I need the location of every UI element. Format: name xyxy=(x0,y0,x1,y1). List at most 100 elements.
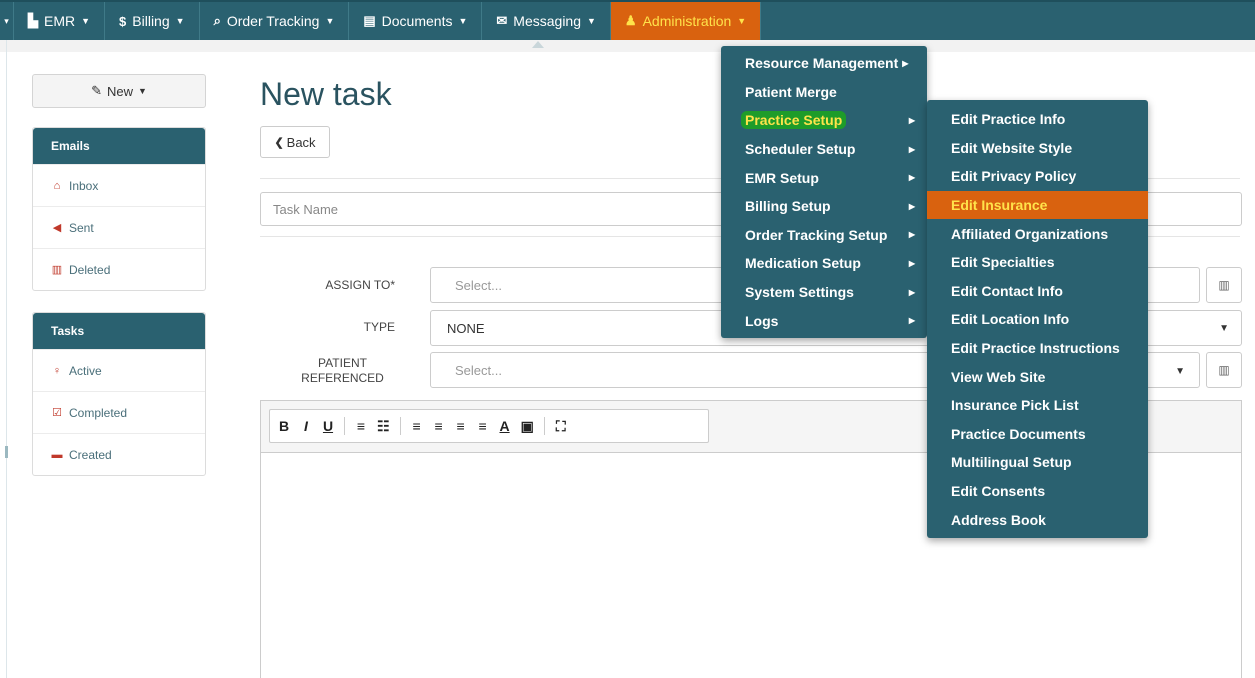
underline-button[interactable]: U xyxy=(322,418,334,434)
submenu-item-edit-consents[interactable]: Edit Consents xyxy=(927,477,1148,506)
submenu-item-edit-privacy-policy[interactable]: Edit Privacy Policy xyxy=(927,162,1148,191)
submenu-item-view-web-site[interactable]: View Web Site xyxy=(927,362,1148,391)
menu-item-practice-setup[interactable]: Practice Setup ▶ xyxy=(721,106,927,135)
background-color-icon[interactable]: ▣ xyxy=(521,418,534,435)
caret-right-icon: ▶ xyxy=(908,287,915,297)
editor-toolbar-group: B I U ≡ ☷ ≡ ≡ ≡ ≡ A ▣ ⛶ xyxy=(269,409,709,443)
menu-item-label: Edit Insurance xyxy=(951,197,1048,214)
submenu-item-insurance-pick-list[interactable]: Insurance Pick List xyxy=(927,391,1148,420)
caret-down-icon: ▼ xyxy=(1175,366,1185,377)
submenu-item-address-book[interactable]: Address Book xyxy=(927,505,1148,534)
new-button-label: New xyxy=(106,83,133,99)
administration-menu: Resource Management ▶ Patient Merge Prac… xyxy=(721,46,927,338)
menu-item-label: Affiliated Organizations xyxy=(951,225,1109,242)
menu-item-logs[interactable]: Logs ▶ xyxy=(721,306,927,335)
submenu-item-edit-location-info[interactable]: Edit Location Info xyxy=(927,305,1148,334)
nav-order-tracking-label: Order Tracking xyxy=(226,13,320,29)
menu-item-label: Practice Setup xyxy=(741,111,847,130)
menu-item-scheduler-setup[interactable]: Scheduler Setup ▶ xyxy=(721,135,927,164)
submenu-item-edit-specialties[interactable]: Edit Specialties xyxy=(927,248,1148,277)
submenu-item-multilingual-setup[interactable]: Multilingual Setup xyxy=(927,448,1148,477)
submenu-item-edit-practice-instructions[interactable]: Edit Practice Instructions xyxy=(927,334,1148,363)
caret-down-icon: ▼ xyxy=(587,16,596,26)
submenu-item-affiliated-organizations[interactable]: Affiliated Organizations xyxy=(927,219,1148,248)
align-justify-icon[interactable]: ≡ xyxy=(477,418,489,434)
envelope-icon: ✉ xyxy=(496,13,508,28)
nav-pointer xyxy=(532,41,544,48)
text-color-icon[interactable]: A xyxy=(499,418,511,434)
menu-item-label: View Web Site xyxy=(951,368,1046,385)
menu-item-label: Multilingual Setup xyxy=(951,454,1072,471)
practice-setup-submenu: Edit Practice Info Edit Website Style Ed… xyxy=(927,100,1148,538)
sidebar-item-inbox[interactable]: ⌂ Inbox xyxy=(33,164,205,206)
sidebar-item-deleted[interactable]: ▥ Deleted xyxy=(33,248,205,290)
submenu-item-edit-contact-info[interactable]: Edit Contact Info xyxy=(927,277,1148,306)
ordered-list-icon[interactable]: ≡ xyxy=(355,418,367,434)
menu-item-label: Resource Management xyxy=(745,55,899,72)
document-icon: ▤ xyxy=(363,13,376,28)
trash-icon: ▥ xyxy=(1218,278,1230,292)
nav-emr-label: EMR xyxy=(44,13,76,29)
sidebar-item-created[interactable]: ▬ Created xyxy=(33,433,205,475)
nav-administration[interactable]: ♟ Administration ▼ xyxy=(610,2,762,40)
menu-item-system-settings[interactable]: System Settings ▶ xyxy=(721,278,927,307)
menu-item-label: Insurance Pick List xyxy=(951,397,1079,414)
menu-item-label: Edit Contact Info xyxy=(951,282,1063,299)
nav-documents[interactable]: ▤ Documents ▼ xyxy=(349,2,483,40)
sidebar-item-active[interactable]: ♀ Active xyxy=(33,349,205,391)
trash-icon: ▥ xyxy=(51,264,63,276)
assign-to-value: Select... xyxy=(455,277,502,293)
menu-item-label: Edit Website Style xyxy=(951,139,1073,156)
caret-down-icon: ▼ xyxy=(81,16,91,26)
task-name-placeholder: Task Name xyxy=(273,201,339,217)
back-button[interactable]: ❮ Back xyxy=(260,126,330,158)
caret-right-icon: ▶ xyxy=(908,316,915,326)
patient-referenced-clear-button[interactable]: ▥ xyxy=(1206,352,1242,388)
sidebar-item-sent[interactable]: ◀ Sent xyxy=(33,206,205,248)
italic-button[interactable]: I xyxy=(300,418,312,434)
nav-messaging[interactable]: ✉ Messaging ▼ xyxy=(482,2,611,40)
menu-item-label: EMR Setup xyxy=(745,169,819,186)
submenu-item-edit-practice-info[interactable]: Edit Practice Info xyxy=(927,105,1148,134)
nav-emr[interactable]: ▙ EMR ▼ xyxy=(14,2,106,40)
caret-down-icon: ▼ xyxy=(138,86,147,96)
align-center-icon[interactable]: ≡ xyxy=(433,418,445,434)
menu-item-label: Edit Location Info xyxy=(951,311,1070,328)
nav-billing[interactable]: $ Billing ▼ xyxy=(105,2,200,40)
nav-order-tracking[interactable]: ⌕ Order Tracking ▼ xyxy=(200,2,350,40)
menu-item-order-tracking-setup[interactable]: Order Tracking Setup ▶ xyxy=(721,221,927,250)
check-square-icon: ☑ xyxy=(52,407,62,419)
submenu-item-edit-website-style[interactable]: Edit Website Style xyxy=(927,134,1148,163)
menu-item-resource-management[interactable]: Resource Management ▶ xyxy=(721,49,927,78)
menu-item-medication-setup[interactable]: Medication Setup ▶ xyxy=(721,249,927,278)
submenu-item-practice-documents[interactable]: Practice Documents xyxy=(927,420,1148,449)
type-label: TYPE xyxy=(363,320,395,334)
caret-right-icon: ▶ xyxy=(908,230,915,240)
sidebar-item-completed[interactable]: ☑ Completed xyxy=(33,391,205,433)
nav-collapse-caret[interactable]: ▾ xyxy=(0,2,14,40)
menu-item-label: Practice Documents xyxy=(951,425,1086,442)
fullscreen-icon[interactable]: ⛶ xyxy=(555,418,567,435)
pencil-icon: ✎ xyxy=(91,83,102,98)
menu-item-label: Order Tracking Setup xyxy=(745,226,888,243)
menu-item-emr-setup[interactable]: EMR Setup ▶ xyxy=(721,163,927,192)
menu-item-billing-setup[interactable]: Billing Setup ▶ xyxy=(721,192,927,221)
patient-referenced-label: PATIENT REFERENCED xyxy=(290,356,395,386)
inbox-icon: ⌂ xyxy=(53,179,61,192)
menu-item-label: Edit Practice Instructions xyxy=(951,340,1120,357)
align-left-icon[interactable]: ≡ xyxy=(411,418,423,434)
menu-item-patient-merge[interactable]: Patient Merge xyxy=(721,78,927,107)
back-button-label: Back xyxy=(286,134,316,150)
align-right-icon[interactable]: ≡ xyxy=(455,418,467,434)
unordered-list-icon[interactable]: ☷ xyxy=(377,418,390,435)
new-button[interactable]: ✎ New ▼ xyxy=(32,74,206,108)
caret-right-icon: ▶ xyxy=(902,58,909,68)
menu-item-label: Edit Consents xyxy=(951,483,1046,500)
submenu-item-edit-insurance[interactable]: Edit Insurance xyxy=(927,190,1148,220)
toolbar-separator xyxy=(543,417,545,435)
left-edge-handle[interactable] xyxy=(5,446,8,458)
assign-to-clear-button[interactable]: ▥ xyxy=(1206,267,1242,303)
page-title: New task xyxy=(260,76,392,112)
caret-down-icon: ▼ xyxy=(175,16,185,26)
bold-button[interactable]: B xyxy=(278,418,290,434)
